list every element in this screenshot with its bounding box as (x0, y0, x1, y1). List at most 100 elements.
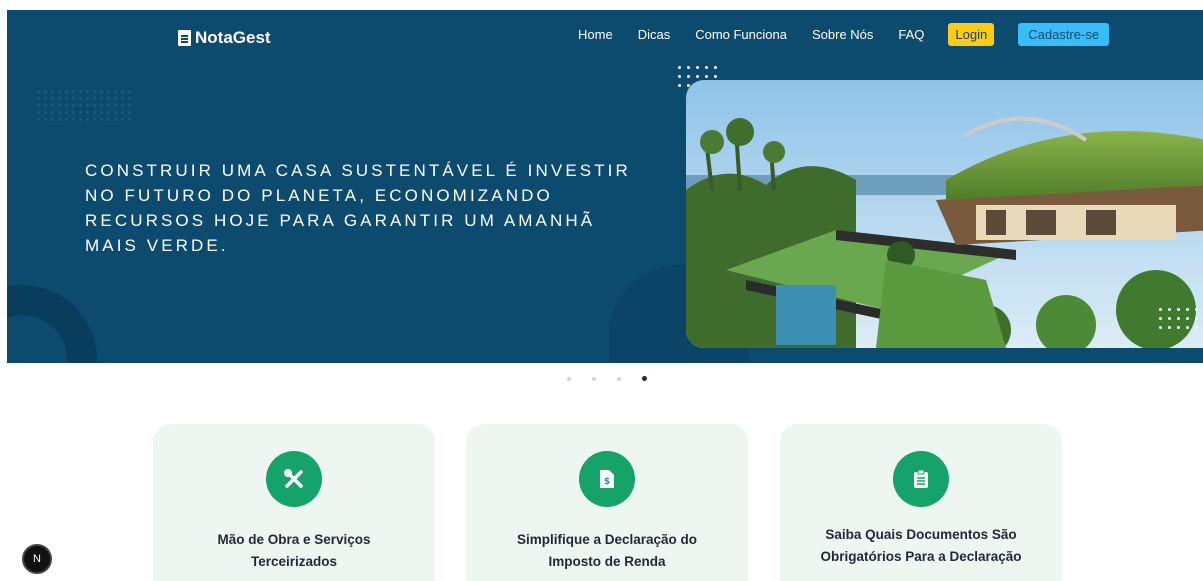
decorative-dot (678, 75, 681, 78)
decorative-dot (93, 111, 96, 114)
decorative-dot (696, 66, 699, 69)
decorative-dot (114, 104, 117, 107)
nav-link-home[interactable]: Home (578, 27, 613, 42)
decorative-dot (114, 97, 117, 100)
decorative-dot (58, 111, 61, 114)
decorative-dot (72, 118, 75, 121)
hero-headline: Construir uma casa sustentável é investi… (85, 161, 631, 255)
decorative-dot (128, 90, 131, 93)
decorative-dot (37, 90, 40, 93)
decorative-dot (44, 97, 47, 100)
decorative-dot (72, 111, 75, 114)
decorative-dot (72, 104, 75, 107)
decorative-dot (58, 97, 61, 100)
carousel-indicators (567, 376, 647, 381)
decorative-dot (705, 66, 708, 69)
feature-card-title: Saiba Quais Documentos São Obrigatórios … (820, 527, 1022, 564)
decorative-dot (121, 111, 124, 114)
carousel-dot[interactable] (617, 376, 621, 381)
decorative-dot (86, 104, 89, 107)
document-icon (178, 30, 191, 46)
feature-card-services[interactable]: Mão de Obra e Serviços Terceirizados (153, 424, 435, 581)
decorative-dot (44, 118, 47, 121)
brand-name: NotaGest (195, 28, 271, 47)
decorative-dot (128, 111, 131, 114)
decorative-dot (51, 118, 54, 121)
decorative-dot (1159, 326, 1162, 329)
decorative-dot (44, 90, 47, 93)
main-nav: Home Dicas Como Funciona Sobre Nós FAQ L… (578, 23, 1110, 46)
decorative-circle (7, 285, 97, 363)
dev-tools-badge[interactable]: N (22, 544, 52, 574)
feature-card-tax[interactable]: $ Simplifique a Declaração do Imposto de… (466, 424, 748, 581)
decorative-dot (1195, 308, 1198, 311)
decorative-dot (678, 66, 681, 69)
decorative-dot (121, 118, 124, 121)
decorative-dot (1195, 317, 1198, 320)
decorative-dot (1177, 308, 1180, 311)
tools-icon (266, 451, 322, 507)
decorative-dot (86, 118, 89, 121)
decorative-dot (121, 97, 124, 100)
decorative-dot (72, 97, 75, 100)
decorative-dot (1186, 326, 1189, 329)
decorative-dot (79, 97, 82, 100)
decorative-dot (100, 97, 103, 100)
decorative-dot (58, 104, 61, 107)
decorative-dot (1168, 326, 1171, 329)
decorative-dot (93, 118, 96, 121)
decorative-dot-grid (1159, 308, 1198, 329)
decorative-dot (696, 75, 699, 78)
decorative-dot (714, 75, 717, 78)
nav-link-faq[interactable]: FAQ (898, 27, 924, 42)
decorative-dot (79, 111, 82, 114)
decorative-dot (114, 118, 117, 121)
decorative-dot (687, 66, 690, 69)
decorative-dot (93, 90, 96, 93)
carousel-dot[interactable] (567, 376, 571, 381)
brand-logo[interactable]: NotaGest (178, 28, 271, 48)
decorative-dot (100, 118, 103, 121)
decorative-dot (93, 104, 96, 107)
carousel-dot[interactable] (592, 376, 596, 381)
decorative-dot (51, 111, 54, 114)
decorative-dot (1159, 308, 1162, 311)
decorative-dot (65, 118, 68, 121)
decorative-dot (100, 90, 103, 93)
decorative-dot (1195, 326, 1198, 329)
decorative-dot (51, 90, 54, 93)
carousel-dot-active[interactable] (642, 376, 647, 381)
hero-image-green-roof-house (686, 80, 1203, 348)
decorative-dot (128, 118, 131, 121)
decorative-dot (705, 75, 708, 78)
decorative-dot (72, 90, 75, 93)
decorative-dot (93, 97, 96, 100)
login-button[interactable]: Login (948, 23, 995, 46)
decorative-dot (714, 66, 717, 69)
signup-button[interactable]: Cadastre-se (1018, 23, 1110, 46)
decorative-dot (65, 111, 68, 114)
clipboard-icon (893, 451, 949, 507)
decorative-dot (114, 111, 117, 114)
decorative-dot (65, 104, 68, 107)
decorative-dot (1168, 308, 1171, 311)
decorative-dot (107, 111, 110, 114)
nav-link-dicas[interactable]: Dicas (638, 27, 671, 42)
decorative-dot (51, 97, 54, 100)
decorative-dot (51, 104, 54, 107)
decorative-dot (100, 104, 103, 107)
decorative-dot (58, 118, 61, 121)
decorative-dot (44, 104, 47, 107)
decorative-dot (678, 84, 681, 87)
decorative-dot (128, 97, 131, 100)
decorative-dot (37, 104, 40, 107)
decorative-dot (121, 90, 124, 93)
decorative-dot (121, 104, 124, 107)
feature-card-title: Mão de Obra e Serviços Terceirizados (217, 532, 371, 569)
decorative-dot (1186, 308, 1189, 311)
nav-link-sobre-nos[interactable]: Sobre Nós (812, 27, 873, 42)
nav-link-como-funciona[interactable]: Como Funciona (695, 27, 787, 42)
page: NotaGest Home Dicas Como Funciona Sobre … (0, 0, 1203, 581)
decorative-dot (58, 90, 61, 93)
feature-card-documents[interactable]: Saiba Quais Documentos São Obrigatórios … (780, 424, 1062, 581)
